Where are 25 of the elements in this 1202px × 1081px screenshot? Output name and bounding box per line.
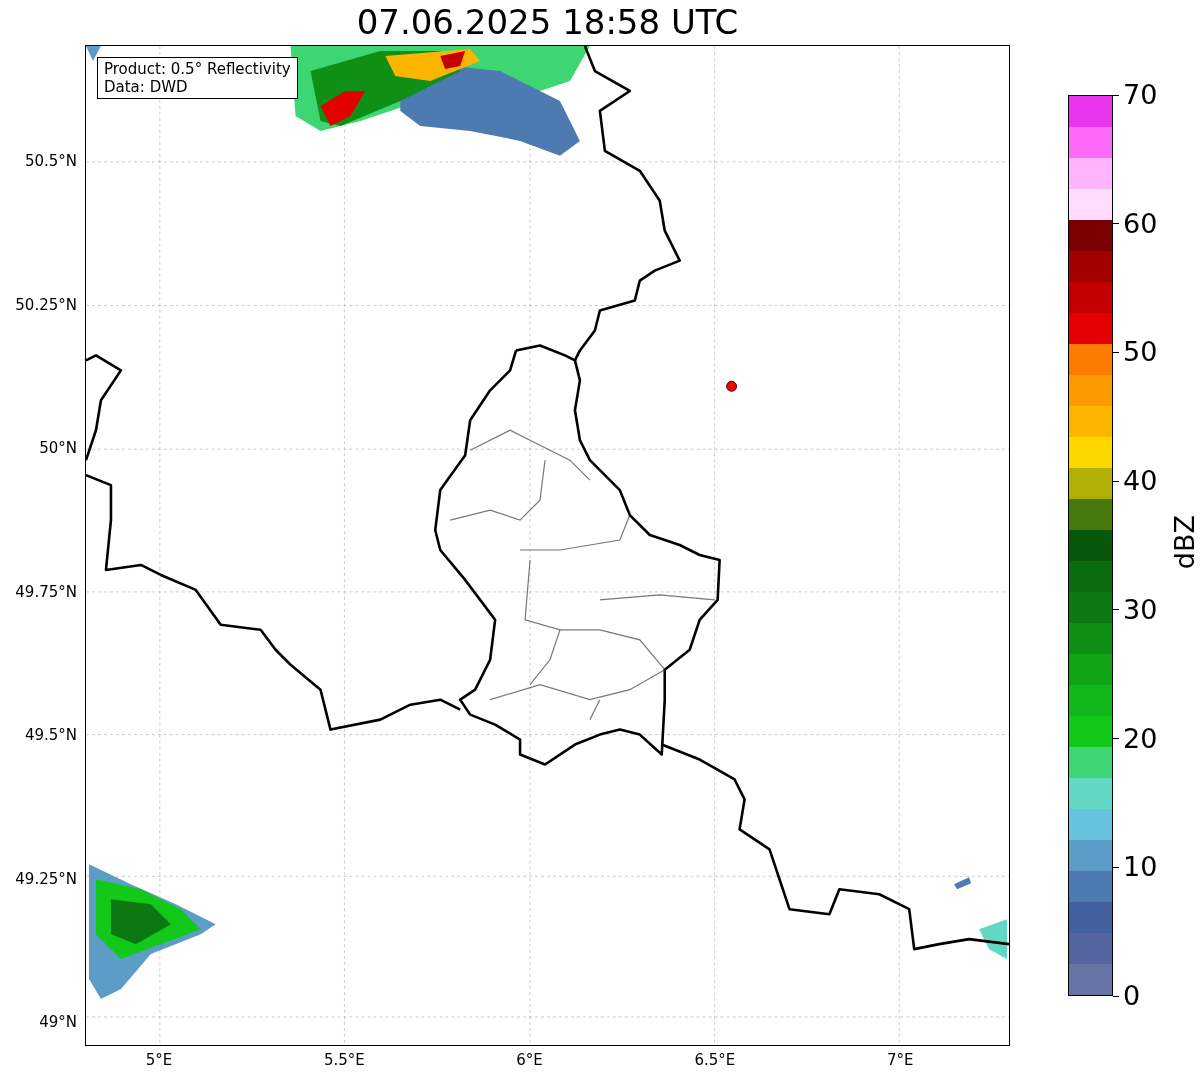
- longitude-label: 5.5°E: [323, 1051, 365, 1069]
- info-text: Product: 0.5° Reflectivity: [104, 60, 291, 78]
- longitude-label: 5°E: [145, 1051, 173, 1069]
- latitude-label: 49.75°N: [15, 582, 77, 601]
- longitude-label: 6°E: [516, 1051, 543, 1069]
- colorbar-tick-label: 50: [1123, 337, 1158, 368]
- colorbar-tick-label: 0: [1123, 981, 1141, 1011]
- latitude-label: 49.25°N: [15, 869, 77, 888]
- latitude-label: 49°N: [39, 1013, 77, 1031]
- colorbar-tick-label: 20: [1123, 723, 1158, 754]
- latitude-label: 50.25°N: [15, 295, 77, 314]
- colorbar-tick-label: 60: [1123, 208, 1158, 239]
- longitude-label: 6.5°E: [694, 1051, 736, 1069]
- map-title: 07.06.2025 18:58 UTC: [355, 1, 740, 44]
- colorbar-label: dBZ: [1170, 515, 1200, 570]
- latitude-label: 50°N: [39, 439, 77, 457]
- info-text: Data: DWD: [104, 78, 189, 96]
- radar-site-marker: [726, 380, 737, 392]
- colorbar-tick-label: 30: [1123, 594, 1158, 625]
- latitude-label: 49.5°N: [24, 726, 77, 744]
- longitude-label: 7°E: [886, 1051, 914, 1069]
- latitude-label: 50.5°N: [24, 152, 77, 170]
- colorbar-tick-label: 40: [1123, 466, 1158, 497]
- colorbar-tick-label: 10: [1123, 852, 1158, 883]
- colorbar-tick-label: 70: [1123, 80, 1158, 110]
